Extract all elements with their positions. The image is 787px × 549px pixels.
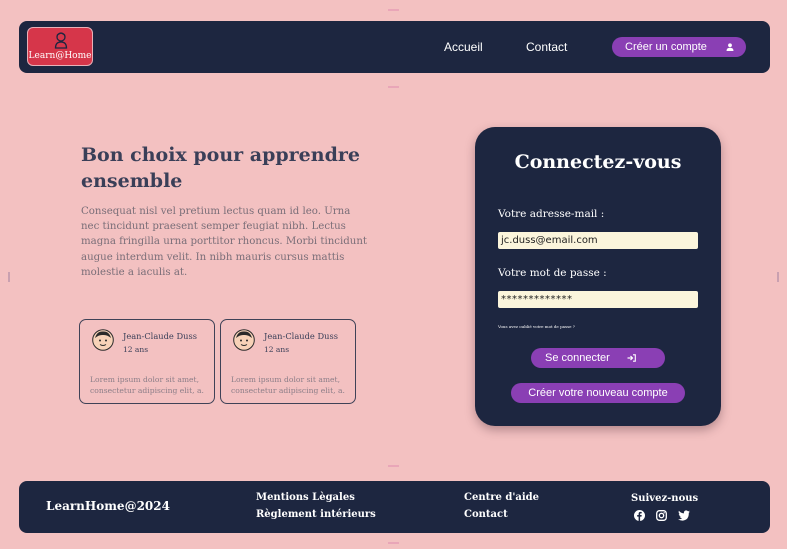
password-label: Votre mot de passe : — [498, 267, 607, 279]
testimonial-text: Lorem ipsum dolor sit amet, consectetur … — [231, 375, 351, 396]
login-panel: Connectez-vous Votre adresse-mail : jc.d… — [475, 127, 721, 426]
new-account-button[interactable]: Créer votre nouveau compte — [511, 383, 685, 403]
testimonial-text-line: consectetur adipiscing elit, a. — [231, 385, 345, 395]
resize-handle-right[interactable] — [777, 272, 779, 282]
password-field[interactable]: ************* — [498, 291, 698, 308]
logo[interactable]: Learn@Home — [27, 27, 93, 66]
resize-handle[interactable] — [388, 86, 399, 88]
footer: LearnHome@2024 Mentions Lègales Règlemen… — [19, 481, 770, 533]
login-arrow-icon — [627, 354, 636, 362]
login-title: Connectez-vous — [514, 151, 682, 173]
login-button[interactable]: Se connecter — [531, 348, 665, 368]
hero-title: Bon choix pour apprendre ensemble — [81, 144, 360, 192]
resize-handle-top[interactable] — [388, 9, 399, 11]
resize-handle-bottom[interactable] — [388, 542, 399, 544]
avatar-icon — [233, 329, 255, 351]
footer-brand: LearnHome@2024 — [46, 499, 170, 513]
email-field[interactable]: jc.duss@email.com — [498, 232, 698, 249]
create-account-label: Créer un compte — [625, 41, 707, 53]
resize-handle-left[interactable] — [8, 272, 10, 282]
instagram-icon[interactable] — [656, 510, 667, 521]
create-account-button[interactable]: Créer un compte — [612, 37, 746, 57]
nav-link-contact[interactable]: Contact — [526, 40, 567, 54]
student-icon — [54, 32, 68, 49]
hero-description: Consequat nisl vel pretium lectus quam i… — [81, 206, 367, 278]
testimonial-text-line: consectetur adipiscing elit, a. — [90, 385, 204, 395]
testimonial-text-line: Lorem ipsum dolor sit amet, — [90, 375, 200, 384]
email-label: Votre adresse-mail : — [498, 208, 605, 220]
testimonial-card: Jean-Claude Duss 12 ans Lorem ipsum dolo… — [79, 319, 215, 404]
user-icon — [726, 43, 734, 51]
testimonial-age: 12 ans — [264, 345, 290, 354]
footer-link-rules[interactable]: Règlement intérieurs — [256, 509, 376, 520]
resize-handle[interactable] — [388, 465, 399, 467]
follow-us-label: Suivez-nous — [631, 493, 699, 504]
facebook-icon[interactable] — [634, 510, 645, 521]
forgot-password-link[interactable]: Vous avez oublié votre mot de passe ? — [498, 324, 575, 329]
testimonial-name: Jean-Claude Duss — [123, 331, 197, 341]
footer-link-legal[interactable]: Mentions Lègales — [256, 492, 355, 503]
testimonial-name: Jean-Claude Duss — [264, 331, 338, 341]
login-button-label: Se connecter — [545, 352, 610, 364]
testimonial-age: 12 ans — [123, 345, 149, 354]
testimonial-card: Jean-Claude Duss 12 ans Lorem ipsum dolo… — [220, 319, 356, 404]
avatar-icon — [92, 329, 114, 351]
top-navbar: Learn@Home Accueil Contact Créer un comp… — [19, 21, 770, 73]
twitter-icon[interactable] — [678, 510, 690, 521]
footer-link-contact[interactable]: Contact — [464, 509, 508, 520]
testimonial-text-line: Lorem ipsum dolor sit amet, — [231, 375, 341, 384]
logo-text: Learn@Home — [28, 51, 92, 61]
nav-link-home[interactable]: Accueil — [444, 40, 483, 54]
testimonial-text: Lorem ipsum dolor sit amet, consectetur … — [90, 375, 210, 396]
footer-link-help[interactable]: Centre d'aide — [464, 492, 539, 503]
page: Learn@Home Accueil Contact Créer un comp… — [0, 0, 787, 549]
